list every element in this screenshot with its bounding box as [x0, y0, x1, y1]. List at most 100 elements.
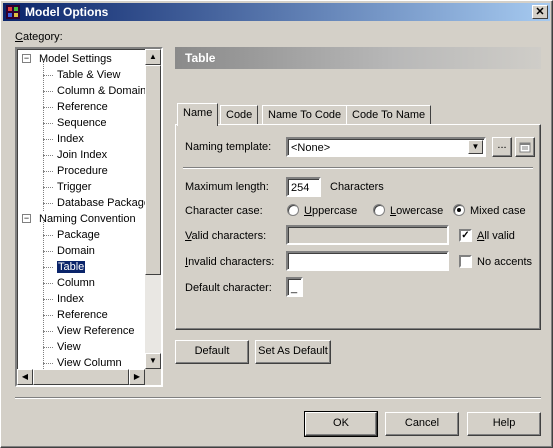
tree-connector — [43, 91, 53, 92]
tab-label: Code To Name — [352, 109, 426, 121]
radio-mixed-case[interactable] — [453, 204, 465, 216]
tree-item[interactable]: Trigger — [43, 179, 91, 195]
max-length-value: 254 — [291, 182, 310, 194]
tab-code-to-name[interactable]: Code To Name — [346, 105, 432, 125]
tree-connector — [43, 267, 53, 268]
invalid-characters-label: Invalid characters: — [185, 256, 275, 268]
section-header: Table — [175, 47, 541, 69]
tree-item[interactable]: Index — [43, 131, 84, 147]
set-as-default-label: Set As Default — [258, 345, 328, 357]
cancel-button[interactable]: Cancel — [385, 412, 459, 436]
collapse-icon[interactable]: − — [22, 214, 31, 223]
cancel-label: Cancel — [404, 417, 440, 429]
tree-connector — [43, 299, 53, 300]
tree-item-label: Procedure — [57, 165, 108, 177]
tree-item-label: Join Index — [57, 149, 108, 161]
tree-connector — [43, 235, 53, 236]
tree-item[interactable]: Table — [43, 259, 87, 275]
scroll-thumb[interactable] — [145, 65, 161, 275]
default-button[interactable]: Default — [175, 340, 249, 364]
model-options-dialog: Model Options ✕ Category: − Model Setting… — [0, 0, 553, 448]
max-length-unit: Characters — [330, 181, 384, 193]
tree-item[interactable]: Package — [43, 227, 100, 243]
scroll-left-icon[interactable]: ◀ — [17, 369, 33, 385]
naming-template-combo[interactable]: <None> ▼ — [286, 137, 486, 157]
tab-label: Name — [183, 107, 213, 119]
tree-item-label: Column — [57, 277, 95, 289]
tree-connector — [43, 107, 53, 108]
tree-item-label: Table & View — [57, 69, 121, 81]
properties-icon — [519, 142, 531, 153]
tree-item[interactable]: Reference — [43, 307, 108, 323]
naming-template-label: Naming template: — [185, 141, 272, 153]
tree-item[interactable]: − Naming Convention — [22, 211, 136, 227]
tree-item[interactable]: View — [43, 339, 81, 355]
tree-item[interactable]: Domain — [43, 243, 95, 259]
tree-vertical-scrollbar[interactable]: ▲ ▼ — [145, 49, 161, 369]
tree-item[interactable]: Column & Domain — [43, 83, 147, 99]
tree-item[interactable]: Table & View — [43, 67, 121, 83]
character-case-label: Character case: — [185, 205, 263, 217]
scroll-up-icon[interactable]: ▲ — [145, 49, 161, 65]
all-valid-checkbox[interactable]: ✓ — [459, 229, 472, 242]
tree-item-label: Table — [55, 260, 87, 274]
tab-name-to-code[interactable]: Name To Code — [262, 105, 348, 125]
divider — [183, 167, 533, 169]
tree-connector — [43, 123, 53, 124]
tree-item[interactable]: Sequence — [43, 115, 107, 131]
collapse-icon[interactable]: − — [22, 54, 31, 63]
chevron-down-icon[interactable]: ▼ — [468, 140, 483, 154]
max-length-label: Maximum length: — [185, 181, 269, 193]
tree-item-label: Domain — [57, 245, 95, 257]
tree-item[interactable]: Reference — [43, 99, 108, 115]
footer-divider — [15, 397, 541, 399]
default-character-field[interactable]: _ — [286, 277, 303, 297]
tab-code[interactable]: Code — [220, 105, 259, 125]
no-accents-label: No accents — [477, 256, 533, 268]
valid-characters-label: Valid characters: — [185, 230, 267, 242]
max-length-field[interactable]: 254 — [286, 177, 321, 197]
window-title: Model Options — [25, 5, 109, 19]
ok-button[interactable]: OK — [304, 411, 378, 437]
tree-guide-line — [43, 59, 44, 211]
default-button-label: Default — [194, 345, 230, 357]
invalid-characters-field[interactable] — [286, 251, 449, 271]
tab-label: Name To Code — [268, 109, 342, 121]
radio-lowercase[interactable] — [373, 204, 385, 216]
set-as-default-button[interactable]: Set As Default — [255, 340, 331, 364]
hscroll-thumb[interactable] — [33, 369, 129, 385]
tree-item[interactable]: Index — [43, 291, 84, 307]
tree-guide-line — [43, 219, 44, 385]
tree-item-label: Package — [57, 229, 100, 241]
title-bar: Model Options ✕ — [3, 3, 550, 21]
app-icon — [6, 5, 20, 19]
tree-item[interactable]: Database Package — [43, 195, 150, 211]
help-label: Help — [492, 417, 516, 429]
tree-horizontal-scrollbar[interactable]: ◀ ▶ — [17, 369, 145, 385]
ellipsis-button[interactable]: ... — [492, 137, 512, 157]
close-icon[interactable]: ✕ — [532, 5, 548, 19]
properties-button[interactable] — [515, 137, 535, 157]
tree-item[interactable]: View Reference — [43, 323, 135, 339]
tree-item-label: Index — [57, 293, 84, 305]
scroll-down-icon[interactable]: ▼ — [145, 353, 161, 369]
help-button[interactable]: Help — [467, 412, 541, 436]
tree-item-label: Column & Domain — [57, 85, 147, 97]
tree-connector — [43, 75, 53, 76]
tree-item[interactable]: Join Index — [43, 147, 108, 163]
tree-item[interactable]: Column — [43, 275, 95, 291]
tree-connector — [43, 139, 53, 140]
scroll-right-icon[interactable]: ▶ — [129, 369, 145, 385]
radio-uppercase[interactable] — [287, 204, 299, 216]
ok-label: OK — [333, 417, 349, 429]
tree-item[interactable]: Procedure — [43, 163, 108, 179]
tree-item[interactable]: − Model Settings — [22, 51, 112, 67]
all-valid-label: All valid — [477, 230, 515, 242]
tree-connector — [43, 347, 53, 348]
valid-characters-field[interactable] — [286, 225, 449, 245]
tree-item-label: View Reference — [57, 325, 135, 337]
tab-name[interactable]: Name — [177, 103, 219, 126]
category-tree[interactable]: − Model Settings Table & View Column & Doma… — [15, 47, 163, 387]
scroll-corner — [145, 369, 161, 385]
no-accents-checkbox[interactable] — [459, 255, 472, 268]
